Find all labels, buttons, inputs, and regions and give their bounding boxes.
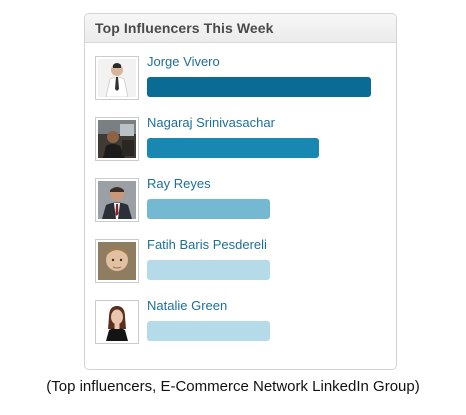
influencer-name[interactable]: Natalie Green [147, 298, 227, 313]
influencer-row: Fatih Baris Pesdereli [95, 237, 385, 287]
influencer-row: Nagaraj Srinivasachar [95, 115, 385, 165]
panel-title: Top Influencers This Week [95, 20, 274, 36]
person-avatar-icon[interactable] [95, 300, 139, 344]
influencer-name[interactable]: Fatih Baris Pesdereli [147, 237, 267, 252]
panel-header: Top Influencers This Week [85, 14, 396, 43]
influencer-row: Jorge Vivero [95, 54, 385, 104]
influencer-name[interactable]: Nagaraj Srinivasachar [147, 115, 275, 130]
influence-bar [147, 199, 270, 219]
figure-caption: (Top influencers, E-Commerce Network Lin… [46, 378, 420, 395]
influencer-row: Ray Reyes [95, 176, 385, 226]
person-avatar-icon[interactable] [95, 117, 139, 161]
influence-bar [147, 77, 371, 97]
influence-bar [147, 138, 319, 158]
influencer-row: Natalie Green [95, 298, 385, 348]
person-avatar-icon[interactable] [95, 178, 139, 222]
top-influencers-panel: Top Influencers This Week Jorge Vivero N… [84, 13, 397, 370]
person-avatar-icon[interactable] [95, 56, 139, 100]
influencer-name[interactable]: Jorge Vivero [147, 54, 220, 69]
influence-bar [147, 260, 270, 280]
person-avatar-icon[interactable] [95, 239, 139, 283]
influencer-name[interactable]: Ray Reyes [147, 176, 211, 191]
influence-bar [147, 321, 270, 341]
